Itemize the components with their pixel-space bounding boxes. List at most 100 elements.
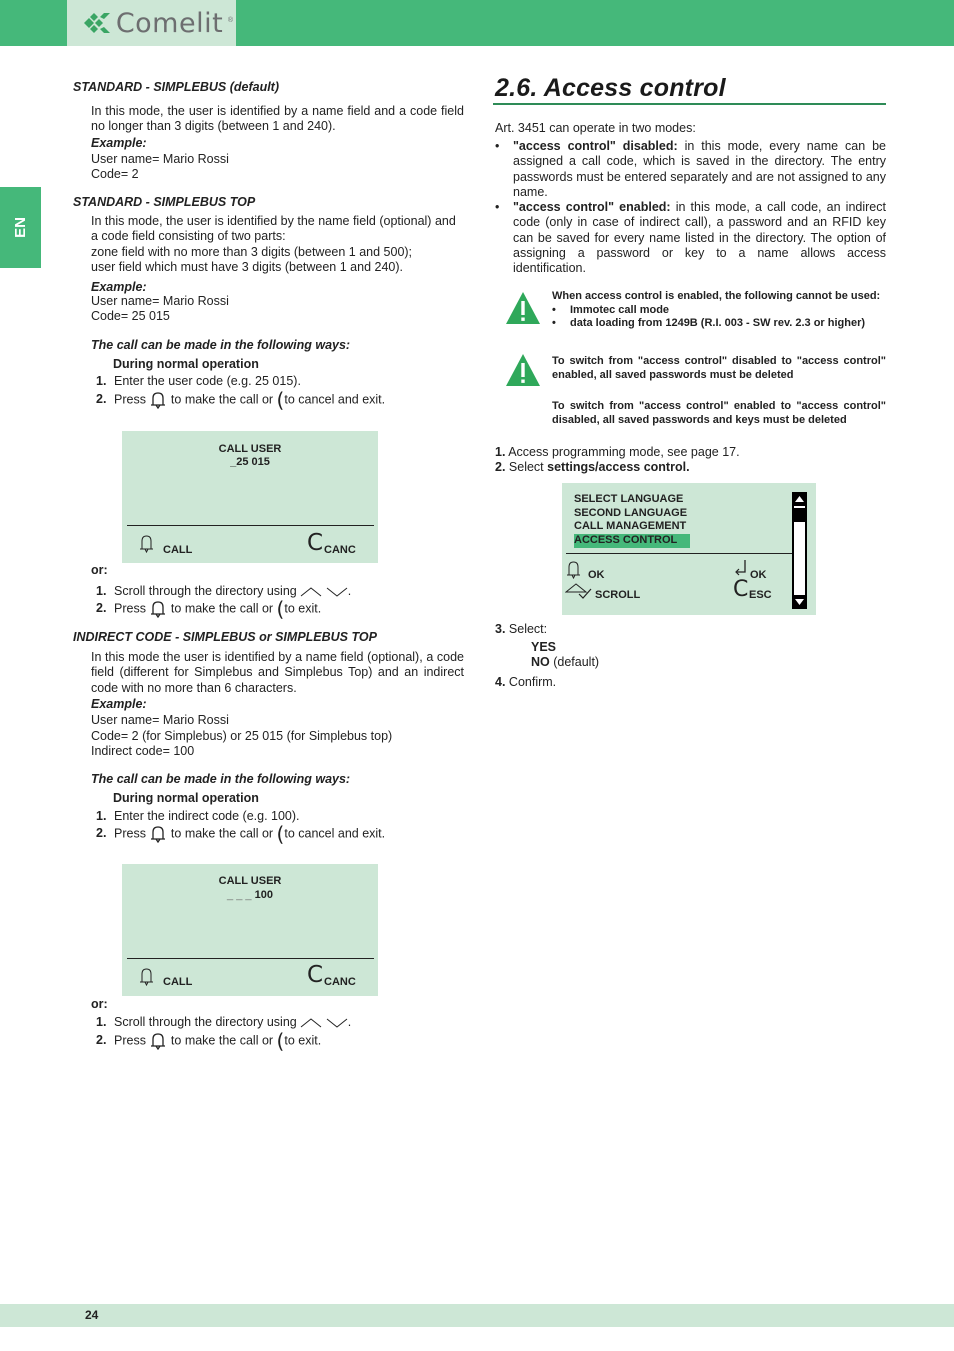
bell-icon	[151, 601, 166, 618]
warning-icon	[506, 292, 540, 324]
up-arrow-icon	[300, 1018, 322, 1028]
menu-item-select-language[interactable]: SELECT LANGUAGE	[574, 493, 690, 507]
lcd-value: _ _ _ 100	[227, 889, 273, 901]
language-tab: EN	[0, 187, 41, 268]
warning-switch-enable: To switch from "access control" disabled…	[552, 355, 886, 381]
enter-icon	[735, 560, 746, 576]
step-2: 2. Press to make the call or (to cancel a…	[96, 388, 386, 412]
call-intro: The call can be made in the following wa…	[91, 772, 351, 786]
bell-icon	[140, 968, 153, 986]
scroll-down-icon[interactable]	[792, 595, 807, 609]
section-title: 2.6. Access control	[495, 74, 726, 102]
lcd-separator	[127, 958, 374, 959]
scroll-arrows-icon	[565, 583, 592, 599]
lcd-separator	[127, 525, 374, 526]
bell-icon	[567, 561, 580, 579]
down-arrow-icon	[326, 587, 348, 597]
step-2: 2. Press to make the call or (to cancel a…	[96, 822, 386, 846]
or-label: or:	[91, 997, 108, 1011]
or-label: or:	[91, 563, 108, 577]
lcd-title: CALL USER	[218, 443, 282, 455]
bullet-icon: •	[552, 317, 556, 329]
lcd-esc-label: ESC	[749, 589, 772, 601]
menu-scrollbar[interactable]	[792, 492, 807, 609]
example-line: Code= 2	[91, 167, 139, 181]
lcd-canc-label: CANC	[324, 544, 356, 556]
footer-bar: 24	[0, 1304, 954, 1327]
menu-list: SELECT LANGUAGE SECOND LANGUAGE CALL MAN…	[574, 493, 690, 548]
example-line: User name= Mario Rossi	[91, 713, 229, 727]
bell-icon	[140, 535, 153, 553]
step-1: 1. Enter the indirect code (e.g. 100).	[96, 809, 300, 823]
menu-item-call-management[interactable]: CALL MANAGEMENT	[574, 520, 690, 534]
bell-icon	[151, 1033, 166, 1050]
brand-logo: Comelit ®	[67, 0, 236, 46]
step-1: 1. Enter the user code (e.g. 25 015).	[96, 374, 301, 388]
section-heading-standard-simplebus: STANDARD - SIMPLEBUS (default)	[73, 80, 280, 94]
lcd-settings-menu: SELECT LANGUAGE SECOND LANGUAGE CALL MAN…	[562, 483, 816, 615]
warning-access-control-limits: When access control is enabled, the foll…	[552, 290, 886, 331]
bullet-icon: •	[552, 303, 556, 316]
call-intro: The call can be made in the following wa…	[91, 338, 351, 352]
standard-simplebus-description: In this mode, the user is identified by …	[91, 104, 464, 134]
bullet-icon: •	[495, 139, 500, 153]
cancel-c-icon: C	[307, 530, 324, 556]
down-arrow-icon	[326, 1018, 348, 1028]
normal-operation-heading: During normal operation	[113, 791, 259, 805]
lcd-enter-ok-label: OK	[750, 569, 767, 581]
section-heading-simplebus-top: STANDARD - SIMPLEBUS TOP	[73, 195, 256, 209]
description-line: a code field consisting of two parts:	[91, 229, 286, 244]
title-underline	[493, 103, 886, 105]
option-no[interactable]: NO (default)	[531, 654, 599, 671]
simplebus-top-description: In this mode, the user is identified by …	[91, 214, 464, 275]
warning-item: • Immotec call mode	[552, 303, 670, 316]
description-line: user field which must have 3 digits (bet…	[91, 259, 403, 274]
normal-operation-heading: During normal operation	[113, 357, 259, 371]
description-line: zone field with no more than 3 digits (b…	[91, 244, 413, 259]
cancel-c-icon: C	[733, 577, 749, 602]
scroll-up-icon[interactable]	[792, 492, 807, 506]
warning-switch-disable: To switch from "access control" enabled …	[552, 400, 886, 426]
cancel-c-icon: C	[307, 962, 324, 988]
lcd-separator	[566, 553, 798, 554]
lcd-display-call-user: CALL USER _25 015 CALL C CANC	[122, 431, 378, 563]
alt-step-2: 2. Press to make the call or (to exit.	[96, 597, 322, 621]
menu-item-access-control[interactable]: ACCESS CONTROL	[574, 534, 690, 548]
section-heading-indirect-code: INDIRECT CODE - SIMPLEBUS or SIMPLEBUS T…	[73, 630, 377, 644]
alt-step-2: 2. Press to make the call or (to exit.	[96, 1029, 322, 1053]
comelit-mark-icon	[83, 13, 110, 33]
bell-icon	[151, 826, 166, 843]
mode-item: • "access control" enabled: in this mode…	[495, 200, 886, 276]
lcd-call-label: CALL	[163, 544, 193, 556]
example-label: Example:	[91, 697, 147, 711]
programming-step-4: 4. Confirm.	[495, 675, 557, 689]
lcd-scroll-label: SCROLL	[595, 589, 641, 601]
registered-mark: ®	[227, 17, 233, 24]
programming-step-2: 2. Select settings/access control.	[495, 460, 690, 474]
lcd-display-call-user-indirect: CALL USER _ _ _ 100 CALL C CANC	[122, 864, 378, 996]
warning-icon	[506, 354, 540, 386]
bullet-icon: •	[495, 200, 500, 215]
warning-item: • data loading from 1249B (R.I. 003 - SW …	[552, 317, 866, 329]
scrollbar-thumb[interactable]	[794, 508, 805, 522]
lcd-call-label: CALL	[163, 976, 193, 988]
menu-item-second-language[interactable]: SECOND LANGUAGE	[574, 507, 690, 521]
modes-intro: Art. 3451 can operate in two modes:	[495, 121, 696, 135]
lcd-canc-label: CANC	[324, 976, 356, 988]
example-line: Code= 25 015	[91, 309, 170, 323]
page-number: 24	[85, 1308, 99, 1322]
indirect-code-description: In this mode the user is identified by a…	[91, 650, 464, 695]
mode-item: • "access control" disabled: in this mod…	[495, 139, 886, 199]
programming-step-3: 3. Select:	[495, 622, 548, 636]
alt-step-1: 1. Scroll through the directory using .	[96, 584, 352, 598]
description-line: In this mode, the user is identified by …	[91, 214, 456, 228]
brand-name: Comelit	[115, 7, 224, 39]
language-label: EN	[12, 217, 29, 238]
lcd-title: CALL USER	[218, 875, 282, 887]
example-label: Example:	[91, 280, 147, 294]
lcd-value: _25 015	[230, 456, 270, 468]
alt-step-1: 1. Scroll through the directory using .	[96, 1015, 352, 1029]
modes-list: • "access control" disabled: in this mod…	[495, 139, 886, 277]
example-line: Indirect code= 100	[91, 744, 195, 758]
up-arrow-icon	[300, 587, 322, 597]
